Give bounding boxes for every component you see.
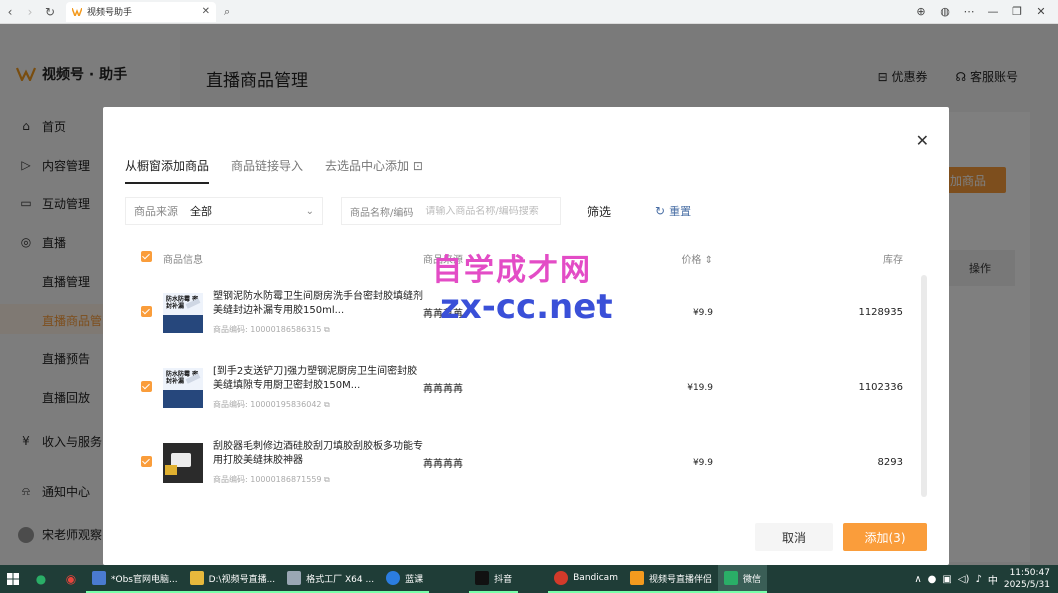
refresh-icon[interactable]: ↻ (40, 2, 60, 22)
filter-button[interactable]: 筛选 (587, 203, 611, 220)
taskbar-app[interactable]: 格式工厂 X64 ... (281, 565, 381, 593)
close-tab-icon[interactable]: ✕ (202, 6, 210, 17)
product-source: 苒苒苒苒 (423, 384, 463, 395)
tab-selection-center[interactable]: 去选品中心添加 ⊡ (325, 157, 423, 184)
cancel-button[interactable]: 取消 (755, 523, 833, 551)
browser-toolbar: ‹ › ↻ 视频号助手 ✕ ⌕ ⊕ ◍ ⋯ — ❐ ✕ (0, 0, 1058, 24)
tray-chevron-icon[interactable]: ∧ (914, 574, 921, 585)
row-checkbox[interactable] (141, 380, 163, 395)
taskbar: ● ◉ *Obs官网电脑... D:\视频号直播... 格式工厂 X64 ...… (0, 565, 1058, 593)
close-window-icon[interactable]: ✕ (1030, 5, 1052, 18)
product-stock: 1128935 (858, 307, 903, 318)
copy-icon: ⧉ (324, 325, 330, 334)
select-all-checkbox[interactable] (141, 251, 163, 265)
product-code: 商品编码: 10000195836042 ⧉ (213, 400, 330, 409)
wechat-channels-icon (71, 7, 83, 18)
reset-button[interactable]: ↻ 重置 (655, 203, 691, 219)
taskbar-app[interactable]: Bandicam (548, 565, 624, 593)
table-row: 防水防霉 密封补漏 [到手2支送铲刀]强力塑钢泥厨房卫生间密封胶美缝填隙专用厨卫… (125, 350, 927, 425)
globe-icon[interactable]: ◍ (934, 5, 956, 18)
list-scrollbar[interactable] (921, 275, 927, 497)
product-price: ¥9.9 (692, 307, 713, 318)
product-thumbnail: 防水防霉 密封补漏 (163, 292, 203, 333)
product-stock: 8293 (877, 457, 903, 468)
taskbar-app[interactable]: D:\视频号直播... (183, 565, 282, 593)
copy-icon: ⧉ (324, 475, 330, 484)
clock[interactable]: 11:50:47 2025/5/31 (1004, 567, 1050, 591)
taskbar-app[interactable]: 抖音 (469, 565, 519, 593)
product-thumbnail (163, 442, 203, 483)
filter-row: 商品来源 全部 ⌄ 商品名称/编码 筛选 ↻ 重置 (125, 197, 691, 225)
product-source: 苒苒苒苒 (423, 459, 463, 470)
product-price: ¥19.9 (687, 382, 713, 393)
add-goods-modal: ✕ 从橱窗添加商品 商品链接导入 去选品中心添加 ⊡ 商品来源 全部 ⌄ 商品名… (103, 107, 949, 565)
taskbar-app[interactable]: 视频号直播伴侣 (623, 565, 718, 593)
modal-tabs: 从橱窗添加商品 商品链接导入 去选品中心添加 ⊡ (125, 157, 423, 184)
modal-footer: 取消 添加(3) (755, 523, 927, 551)
col-stock: 库存 (883, 254, 903, 266)
close-icon[interactable]: ✕ (916, 131, 929, 150)
name-search-field: 商品名称/编码 (341, 197, 561, 225)
tab-from-showcase[interactable]: 从橱窗添加商品 (125, 157, 210, 184)
source-select[interactable]: 商品来源 全部 ⌄ (125, 197, 323, 225)
tab-link-import[interactable]: 商品链接导入 (231, 157, 303, 184)
product-title: 刮胶器毛刺修边酒硅胶刮刀填胶刮胶板多功能专用打胶美缝抹胶神器 (213, 441, 423, 466)
search-icon[interactable]: ⌕ (224, 5, 230, 19)
col-price-sort[interactable]: 价格 ⇕ (603, 251, 713, 266)
product-stock: 1102336 (858, 382, 903, 393)
windows-start-icon[interactable] (0, 565, 26, 593)
back-icon[interactable]: ‹ (0, 2, 20, 22)
product-title: [到手2支送铲刀]强力塑钢泥厨房卫生间密封胶美缝填隙专用厨卫密封胶150M... (213, 366, 418, 391)
table-row: 刮胶器毛刺修边酒硅胶刮刀填胶刮胶板多功能专用打胶美缝抹胶神器 商品编码: 100… (125, 425, 927, 500)
product-thumbnail: 防水防霉 密封补漏 (163, 367, 203, 408)
taskbar-app[interactable]: *Obs官网电脑... (86, 565, 184, 593)
browser-tab[interactable]: 视频号助手 ✕ (66, 1, 216, 22)
tray-wechat-icon[interactable]: ● (928, 574, 937, 585)
chrome-taskbar-icon[interactable]: ◉ (56, 565, 86, 593)
chevron-down-icon: ⌄ (305, 205, 314, 217)
copy-icon: ⧉ (324, 400, 330, 409)
col-info: 商品信息 (163, 254, 203, 266)
confirm-add-button[interactable]: 添加(3) (843, 523, 927, 551)
tray-network-icon[interactable]: ▣ (942, 574, 951, 585)
product-title: 塑钢泥防水防霉卫生间厨房洗手台密封胶填缝剂美缝封边补漏专用胶150ml... (213, 291, 423, 316)
download-icon[interactable]: ⊕ (910, 5, 932, 18)
refresh-icon: ↻ (655, 204, 666, 218)
search-input[interactable] (425, 205, 552, 217)
minimize-icon[interactable]: — (982, 5, 1004, 18)
system-tray: ∧ ● ▣ ◁) ♪ 中 11:50:47 2025/5/31 (914, 567, 1058, 591)
forward-icon[interactable]: › (20, 2, 40, 22)
tray-mic-icon[interactable]: ♪ (975, 574, 981, 585)
product-code: 商品编码: 10000186871559 ⧉ (213, 475, 330, 484)
product-code: 商品编码: 10000186586315 ⧉ (213, 325, 330, 334)
more-icon[interactable]: ⋯ (958, 5, 980, 18)
wechat-taskbar-icon[interactable]: ● (26, 565, 56, 593)
tray-lang[interactable]: 中 (988, 572, 998, 587)
taskbar-app[interactable]: 蓝课 (380, 565, 430, 593)
tab-title: 视频号助手 (87, 8, 133, 18)
taskbar-app[interactable]: 微信 (717, 565, 767, 593)
row-checkbox[interactable] (141, 455, 163, 470)
tray-volume-icon[interactable]: ◁) (958, 574, 970, 585)
watermark: 自学成才网 zx-cc.net (432, 253, 613, 327)
row-checkbox[interactable] (141, 305, 163, 320)
restore-icon[interactable]: ❐ (1006, 5, 1028, 18)
product-price: ¥9.9 (692, 457, 713, 468)
